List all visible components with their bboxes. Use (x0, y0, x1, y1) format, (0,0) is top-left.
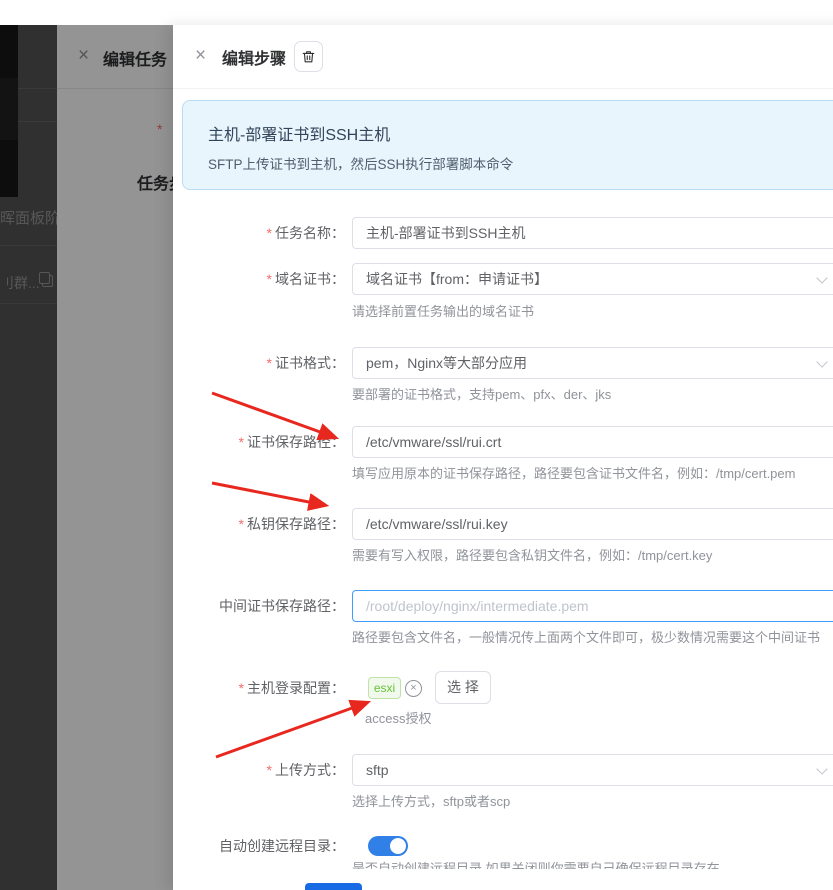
step-info-title: 主机-部署证书到SSH主机 (208, 127, 391, 144)
task-name-label: * 任务名称： (266, 225, 345, 241)
host-access-tag[interactable]: esxi (368, 677, 401, 699)
cert-format-select[interactable] (352, 347, 833, 379)
edit-step-drawer: × 编辑步骤 主机-部署证书到SSH主机 SFTP上传证书到主机，然后SSH执行… (173, 25, 833, 890)
key-path-label: * 私钥保存路径： (238, 516, 345, 532)
intermediate-path-label: 中间证书保存路径： (219, 598, 345, 614)
required-asterisk: * (238, 516, 244, 532)
cert-path-input[interactable] (352, 426, 833, 458)
upload-mode-hint: 选择上传方式，sftp或者scp (352, 794, 511, 809)
remove-tag-icon[interactable]: × (405, 680, 422, 697)
intermediate-path-hint: 路径要包含文件名，一般情况传上面两个文件即可，极少数情况需要这个中间证书 (352, 630, 821, 645)
cert-format-label: * 证书格式： (266, 355, 345, 371)
required-asterisk: * (266, 225, 272, 241)
auto-mkdir-toggle[interactable] (368, 836, 408, 856)
key-path-hint: 需要有写入权限，路径要包含私钥文件名，例如：/tmp/cert.key (352, 548, 713, 563)
required-asterisk: * (266, 762, 272, 778)
cert-path-hint: 填写应用原本的证书保存路径，路径要包含证书文件名，例如：/tmp/cert.pe… (352, 466, 796, 481)
step-info-description: SFTP上传证书到主机，然后SSH执行部署脚本命令 (208, 157, 514, 172)
app-screen: 晖面板阶 刂群... × 编辑任务 * 任务步 × 编辑步骤 主机-部署证书到S… (0, 0, 833, 890)
upload-mode-select[interactable] (352, 754, 833, 786)
toggle-knob (390, 838, 406, 854)
host-access-hint: access授权 (365, 711, 432, 726)
step-info-banner: 主机-部署证书到SSH主机 SFTP上传证书到主机，然后SSH执行部署脚本命令 (182, 100, 833, 190)
drawer-footer (173, 869, 833, 890)
domain-cert-select[interactable] (352, 263, 833, 295)
required-asterisk: * (238, 680, 244, 696)
host-access-label: * 主机登录配置： (238, 680, 345, 696)
delete-step-button[interactable] (294, 41, 323, 72)
edit-step-drawer-header: × 编辑步骤 (173, 25, 833, 89)
upload-mode-label: * 上传方式： (266, 762, 345, 778)
required-asterisk: * (238, 434, 244, 450)
domain-cert-label: * 域名证书： (266, 271, 345, 287)
choose-host-button[interactable]: 选 择 (435, 671, 491, 704)
cert-path-label: * 证书保存路径： (238, 434, 345, 450)
task-name-input[interactable] (352, 217, 833, 249)
required-asterisk: * (266, 355, 272, 371)
cert-format-hint: 要部署的证书格式，支持pem、pfx、der、jks (352, 387, 612, 402)
domain-cert-hint: 请选择前置任务输出的域名证书 (352, 304, 535, 319)
auto-mkdir-label: 自动创建远程目录： (219, 838, 345, 854)
edit-step-drawer-title: 编辑步骤 (222, 51, 287, 68)
save-button[interactable] (305, 883, 362, 890)
modal-overlay-inner (0, 25, 173, 890)
required-asterisk: * (266, 271, 272, 287)
intermediate-path-input[interactable] (352, 590, 833, 622)
trash-icon (302, 51, 315, 63)
key-path-input[interactable] (352, 508, 833, 540)
close-icon[interactable]: × (195, 46, 206, 66)
